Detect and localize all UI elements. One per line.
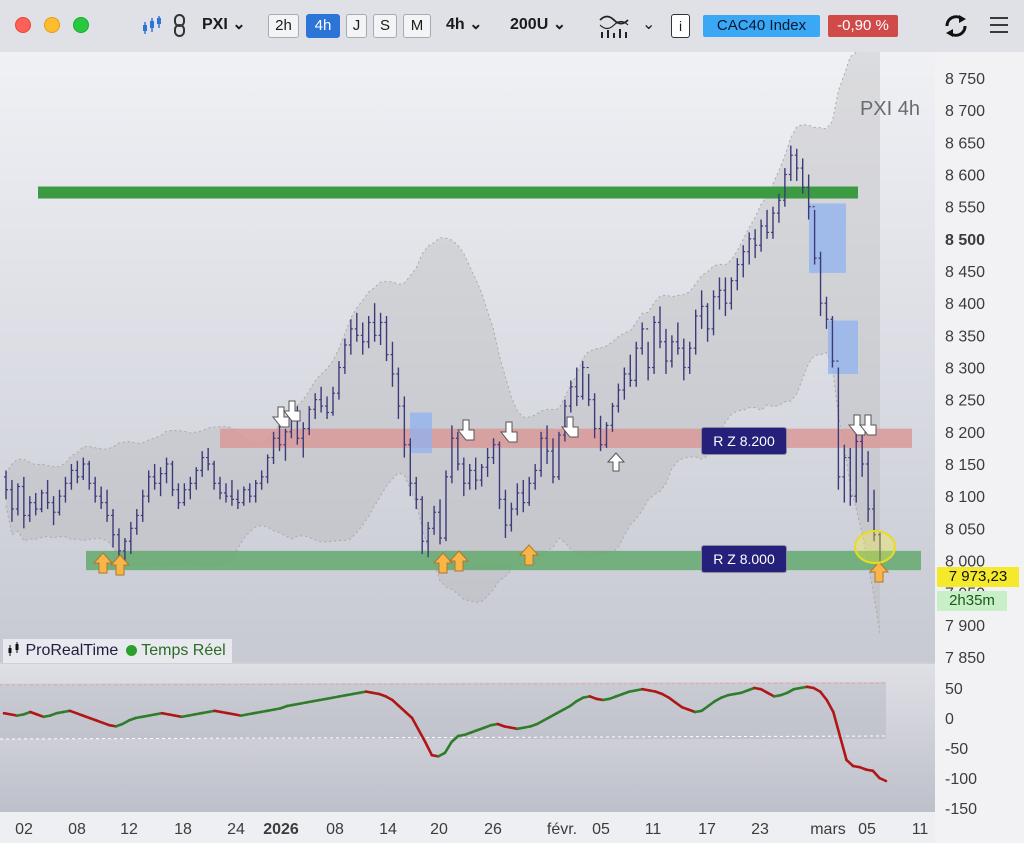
highlight-box-0 xyxy=(410,412,432,454)
date-tick-label: 14 xyxy=(379,821,397,838)
timeframe-month-button[interactable]: M xyxy=(403,14,431,38)
date-tick-label: 11 xyxy=(912,821,929,838)
timeframe-2h-button[interactable]: 2h xyxy=(268,14,299,38)
info-button[interactable]: i xyxy=(671,14,690,38)
date-tick-label: févr. xyxy=(547,821,577,838)
bars-label: 200U xyxy=(510,16,549,33)
interval-selector[interactable]: 4h ⌄ xyxy=(446,14,483,36)
price-tick-label: 8 250 xyxy=(945,393,985,410)
last-bar-highlight xyxy=(854,530,896,564)
chart-title: PXI 4h xyxy=(860,98,920,120)
change-badge: -0,90 % xyxy=(828,15,898,37)
symbol-label: PXI xyxy=(202,16,228,33)
candlestick-icon xyxy=(8,642,19,656)
price-tick-label: 8 150 xyxy=(945,457,985,474)
price-tick-label: 8 700 xyxy=(945,103,985,120)
date-tick-label: 24 xyxy=(227,821,245,838)
price-tick-label: 8 200 xyxy=(945,425,985,442)
price-chart[interactable]: 8 750 8 700 8 650 8 600 8 550 8 500 8 450 8 400… xyxy=(0,39,1024,843)
status-dot-icon xyxy=(126,645,138,656)
price-tick-label: 8 600 xyxy=(945,168,985,185)
date-tick-label: 12 xyxy=(120,821,138,838)
candlestick-icon[interactable] xyxy=(140,14,164,38)
date-axis-background xyxy=(0,812,935,843)
maximize-window-button[interactable] xyxy=(73,17,89,33)
date-tick-label: 18 xyxy=(174,821,192,838)
bar-timer-tag: 2h35m xyxy=(937,591,1007,611)
date-tick-label: 05 xyxy=(592,821,610,838)
brand-watermark: ProRealTime Temps Réel xyxy=(3,639,232,663)
date-tick-label: 08 xyxy=(326,821,344,838)
sync-icon[interactable] xyxy=(943,14,969,38)
price-tick-label: 7 850 xyxy=(945,650,985,667)
date-tick-label: 08 xyxy=(68,821,86,838)
price-tick-label: 7 900 xyxy=(945,618,985,635)
price-tick-label: 8 300 xyxy=(945,361,985,378)
oscillator-tick-label: 0 xyxy=(945,711,954,728)
app-window: PXI ⌄ 2h 4h J S M 4h ⌄ 200U ⌄ ⌄ i CAC40 … xyxy=(0,0,1024,843)
interval-label: 4h xyxy=(446,16,465,33)
indicators-icon[interactable] xyxy=(598,12,634,40)
zone-label-8200[interactable]: R Z 8.200 xyxy=(701,427,787,455)
support-zone-8000 xyxy=(86,550,921,571)
price-tick-label: 8 100 xyxy=(945,489,985,506)
minimize-window-button[interactable] xyxy=(44,17,60,33)
oscillator-band xyxy=(0,682,886,739)
symbol-selector[interactable]: PXI ⌄ xyxy=(202,14,246,36)
oscillator-tick-label: -50 xyxy=(945,741,968,758)
bars-selector[interactable]: 200U ⌄ xyxy=(510,14,566,36)
date-tick-label: mars xyxy=(810,821,846,838)
chevron-down-icon[interactable]: ⌄ xyxy=(642,14,655,36)
date-tick-label: 2026 xyxy=(263,821,299,838)
timeframe-week-button[interactable]: S xyxy=(373,14,397,38)
price-tick-label: 8 350 xyxy=(945,328,985,345)
realtime-status: Temps Réel xyxy=(141,642,226,659)
date-tick-label: 26 xyxy=(484,821,502,838)
chart-area[interactable]: 8 750 8 700 8 650 8 600 8 550 8 500 8 450 8 400… xyxy=(0,39,1024,843)
price-tick-label: 8 650 xyxy=(945,135,985,152)
price-tick-label: 8 750 xyxy=(945,71,985,88)
chevron-down-icon: ⌄ xyxy=(469,16,483,33)
price-tick-label: 8 400 xyxy=(945,296,985,313)
brand-name: ProRealTime xyxy=(25,642,119,659)
date-tick-label: 20 xyxy=(430,821,448,838)
top-resistance-line xyxy=(38,186,858,199)
timeframe-4h-button[interactable]: 4h xyxy=(306,14,340,38)
oscillator-tick-label: -150 xyxy=(945,801,977,818)
date-tick-label: 11 xyxy=(645,821,662,838)
price-tick-label: 8 550 xyxy=(945,200,985,217)
oscillator-tick-label: -100 xyxy=(945,771,977,788)
link-icon[interactable] xyxy=(172,13,188,39)
date-tick-label: 05 xyxy=(858,821,876,838)
chevron-down-icon: ⌄ xyxy=(232,16,246,33)
chevron-down-icon: ⌄ xyxy=(552,16,567,33)
date-tick-label: 17 xyxy=(698,821,716,838)
date-tick-label: 02 xyxy=(15,821,33,838)
oscillator-tick-label: 50 xyxy=(945,681,963,698)
price-tick-label: 8 450 xyxy=(945,264,985,281)
close-window-button[interactable] xyxy=(15,17,31,33)
price-tick-label: 8 050 xyxy=(945,521,985,538)
index-badge[interactable]: CAC40 Index xyxy=(703,15,820,37)
date-tick-label: 23 xyxy=(751,821,769,838)
menu-icon[interactable] xyxy=(989,16,1009,34)
last-price-tag: 7 973,23 xyxy=(937,567,1019,587)
zone-label-8000[interactable]: R Z 8.000 xyxy=(701,545,787,573)
timeframe-day-button[interactable]: J xyxy=(346,14,367,38)
price-tick-label: 8 500 xyxy=(945,232,985,249)
toolbar: PXI ⌄ 2h 4h J S M 4h ⌄ 200U ⌄ ⌄ i CAC40 … xyxy=(0,0,1024,53)
